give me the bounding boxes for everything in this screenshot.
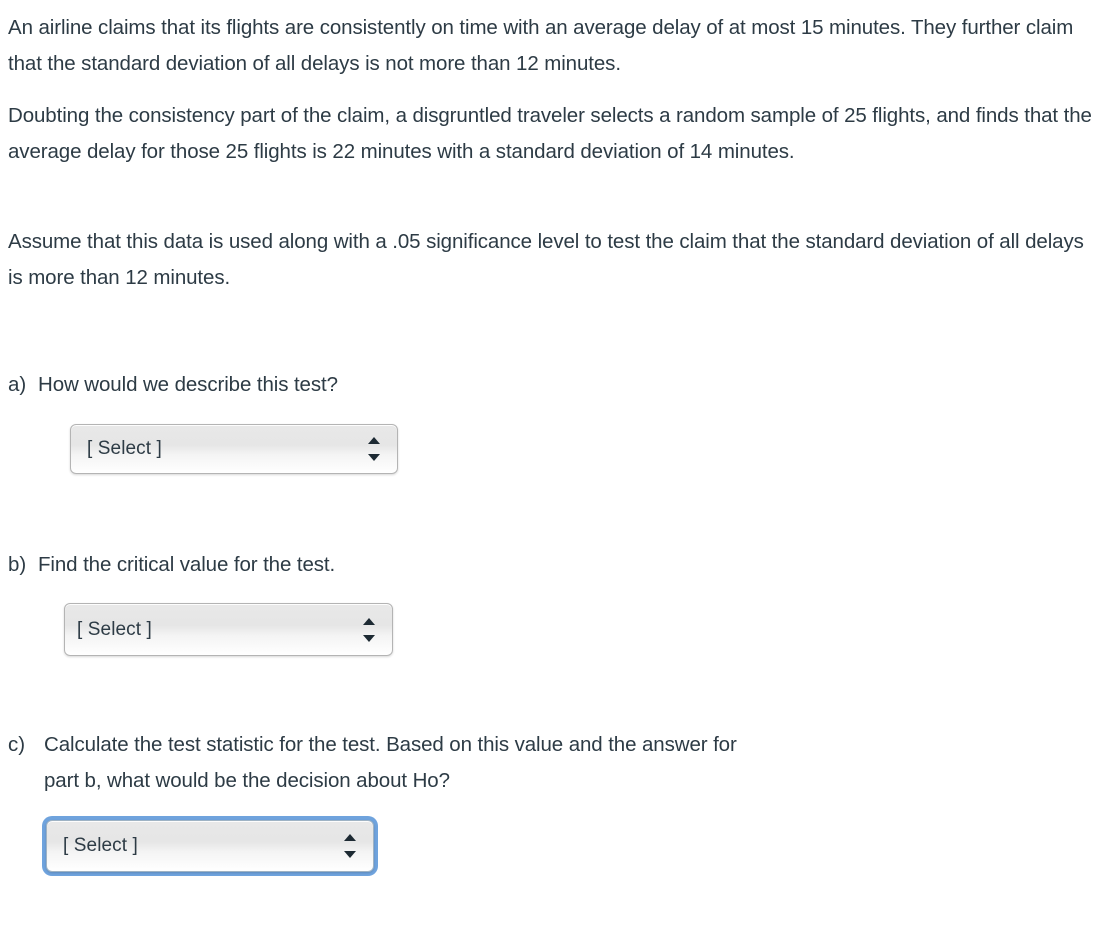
triangle-up-icon: [363, 617, 375, 625]
question-marker-c: c): [8, 733, 26, 756]
problem-statement-paragraph-3: Assume that this data is used along with…: [8, 230, 1084, 289]
select-wrapper-a: [ Select ]: [70, 424, 398, 474]
question-text-c: Calculate the test statistic for the tes…: [44, 733, 737, 792]
updown-triangles-icon: [360, 617, 378, 643]
select-answer-a[interactable]: [ Select ]: [70, 424, 398, 474]
question-marker-b: b): [8, 553, 27, 576]
select-answer-a-value: [ Select ]: [87, 438, 162, 459]
select-answer-c[interactable]: [ Select ]: [46, 820, 374, 872]
triangle-up-icon: [344, 834, 356, 841]
updown-triangles-icon: [365, 436, 383, 462]
question-item-a: a) How would we describe this test?: [8, 367, 1093, 403]
question-page: An airline claims that its flights are c…: [0, 0, 1102, 940]
question-item-b: b) Find the critical value for the test.: [8, 547, 1093, 583]
select-wrapper-b: [ Select ]: [64, 603, 393, 656]
select-answer-b[interactable]: [ Select ]: [64, 603, 393, 656]
question-item-c: c) Calculate the test statistic for the …: [8, 727, 1093, 799]
triangle-down-icon: [344, 851, 356, 858]
problem-statement-paragraph-2: Doubting the consistency part of the cla…: [8, 104, 1092, 163]
select-answer-c-value: [ Select ]: [63, 835, 138, 856]
question-text-b: Find the critical value for the test.: [38, 553, 336, 576]
problem-statement-paragraph-1: An airline claims that its flights are c…: [8, 16, 1074, 75]
question-text-a: How would we describe this test?: [38, 373, 338, 396]
select-wrapper-c: [ Select ]: [42, 816, 378, 876]
select-answer-b-value: [ Select ]: [77, 618, 152, 640]
question-marker-a: a): [8, 373, 27, 396]
triangle-down-icon: [363, 634, 375, 642]
triangle-up-icon: [368, 437, 380, 444]
triangle-down-icon: [368, 454, 380, 461]
updown-triangles-icon: [341, 833, 359, 859]
